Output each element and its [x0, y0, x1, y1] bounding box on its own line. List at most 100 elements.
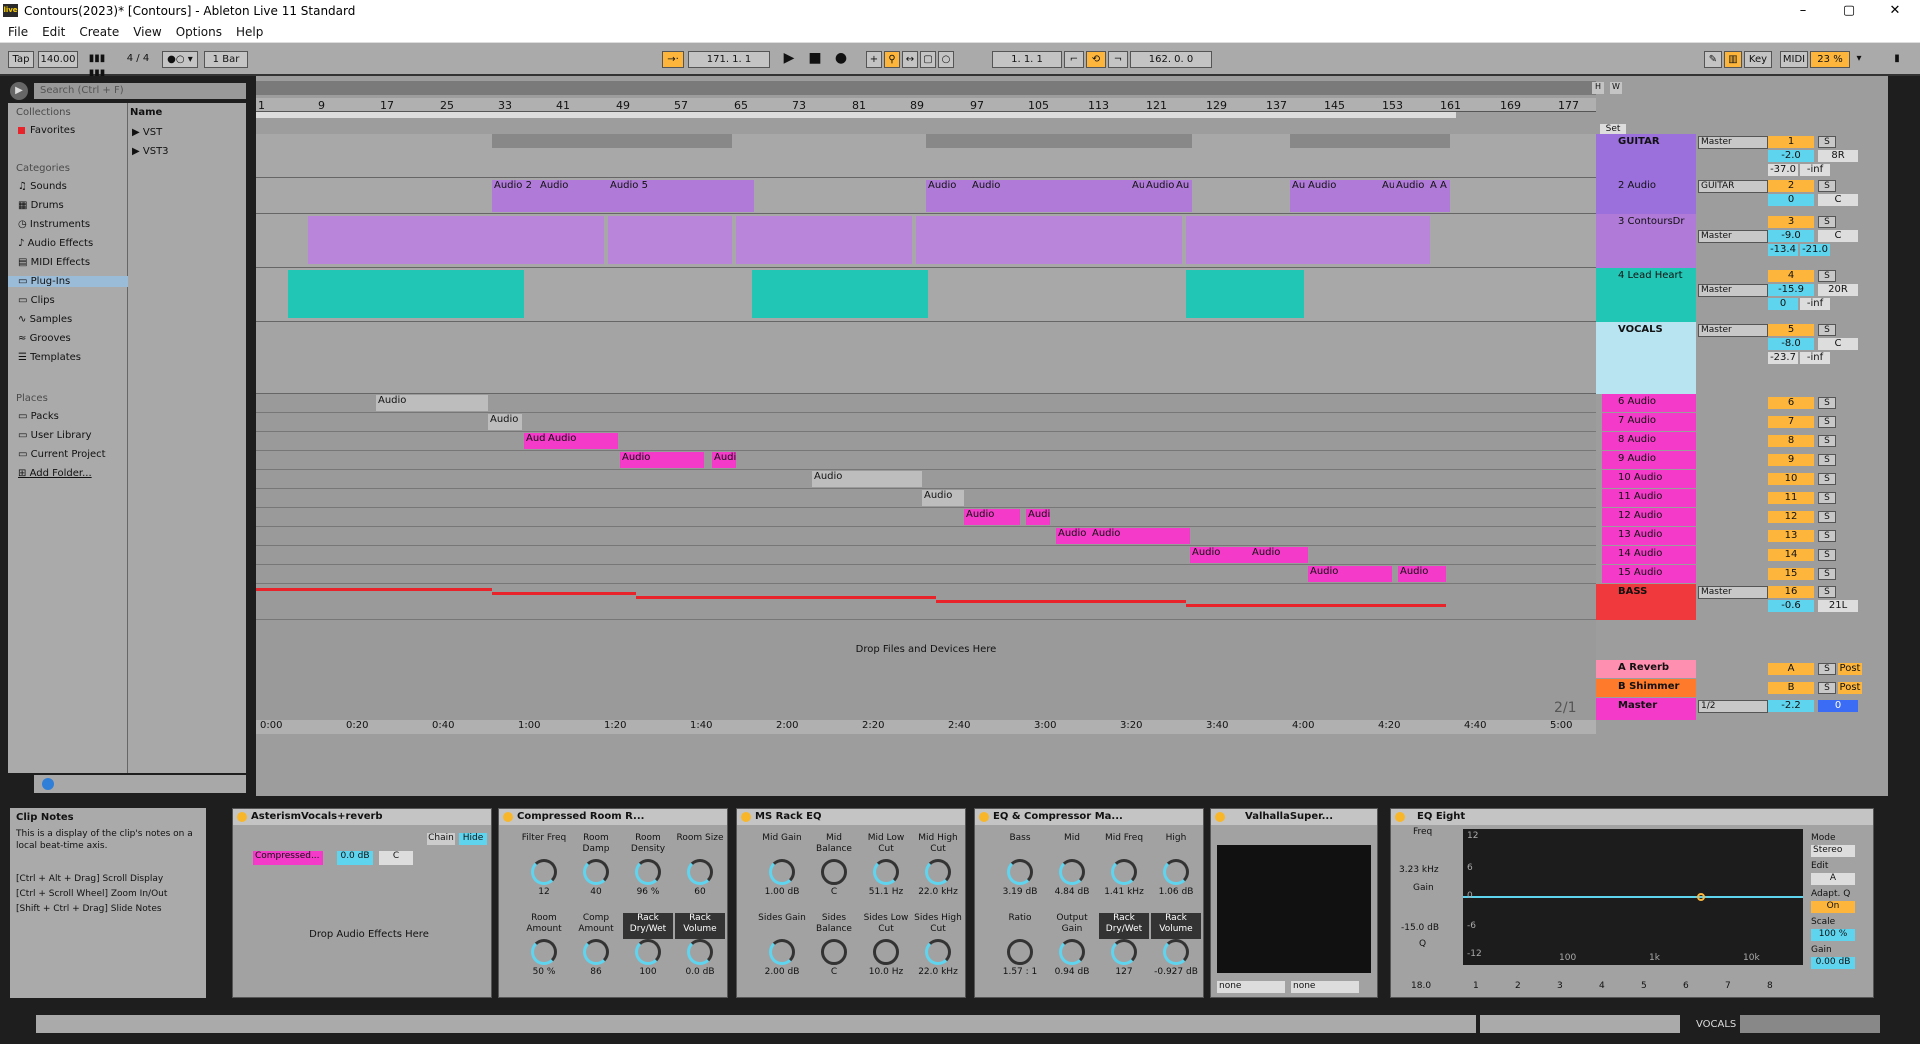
- cpu-menu-icon[interactable]: ▾: [1852, 51, 1866, 68]
- macro-knob[interactable]: Sides Low Cut 10.0 Hz: [861, 913, 911, 985]
- time-ruler[interactable]: 0:00 0:20 0:40 1:00 1:20 1:40 2:00 2:20 …: [256, 720, 1596, 734]
- track-activator-button[interactable]: 6: [1768, 397, 1814, 409]
- macro-knob[interactable]: Room Damp 40: [571, 833, 621, 905]
- track-activator-button[interactable]: 9: [1768, 454, 1814, 466]
- hide-chain-button[interactable]: Hide: [459, 833, 487, 845]
- device-power-icon[interactable]: [237, 812, 247, 822]
- menu-file[interactable]: File: [0, 22, 34, 39]
- audio-clip[interactable]: Audio: [1144, 180, 1174, 212]
- macro-knob[interactable]: Rack Dry/Wet 127: [1099, 913, 1149, 985]
- loop-start-field[interactable]: 1. 1. 1: [992, 51, 1062, 68]
- lane-3-contoursdr[interactable]: [256, 214, 1596, 268]
- track-volume[interactable]: -15.9: [1768, 284, 1814, 296]
- audio-clip[interactable]: A: [1428, 180, 1438, 212]
- return-activator-button[interactable]: A: [1768, 663, 1814, 675]
- record-icon[interactable]: ●: [832, 51, 850, 68]
- track-header-10-audio[interactable]: 10 Audio: [1602, 470, 1696, 488]
- eq-band-handle[interactable]: [1697, 893, 1705, 901]
- midi-clip[interactable]: [288, 270, 524, 318]
- midi-map-button[interactable]: MIDI: [1780, 51, 1808, 68]
- audio-clip[interactable]: Audio: [1250, 547, 1308, 563]
- place-add-folder[interactable]: ⊞ Add Folder...: [18, 468, 92, 479]
- macro-knob[interactable]: Rack Volume -0.927 dB: [1151, 913, 1201, 985]
- audio-clip[interactable]: Audio: [1056, 528, 1090, 544]
- category-plug-ins[interactable]: ▭ Plug-Ins: [8, 276, 128, 287]
- midi-clip[interactable]: [736, 216, 912, 264]
- place-user-library[interactable]: ▭ User Library: [18, 430, 92, 441]
- lane-7-audio[interactable]: Audio: [256, 413, 1596, 432]
- punch-in-icon[interactable]: ⌐: [1064, 51, 1084, 68]
- loop-switch-icon[interactable]: ⟲: [1086, 51, 1106, 68]
- track-volume[interactable]: 0: [1768, 194, 1814, 206]
- track-activator-button[interactable]: 1: [1768, 136, 1814, 148]
- metronome-toggle-icon[interactable]: ●○ ▾: [162, 51, 198, 68]
- band-toggle[interactable]: 1: [1473, 981, 1479, 991]
- menu-edit[interactable]: Edit: [34, 22, 71, 39]
- band-toggle[interactable]: 7: [1725, 981, 1731, 991]
- maximize-button[interactable]: ▢: [1826, 1, 1872, 21]
- bass-clip[interactable]: [1186, 604, 1446, 607]
- device-title[interactable]: EQ & Compressor Ma...: [975, 809, 1203, 825]
- arrangement-position-field[interactable]: 171. 1. 1: [688, 51, 770, 68]
- play-icon[interactable]: ▶: [780, 51, 798, 68]
- lane-15-audio[interactable]: Audio Audio: [256, 565, 1596, 584]
- keyboard-icon[interactable]: ▥: [1724, 51, 1742, 68]
- lane-4-lead-heart[interactable]: [256, 268, 1596, 322]
- solo-button[interactable]: S: [1818, 435, 1836, 447]
- knob-dial-icon[interactable]: [873, 859, 899, 885]
- preview-icon[interactable]: [42, 778, 54, 790]
- audio-clip[interactable]: Audio 5: [608, 180, 754, 212]
- solo-button[interactable]: S: [1818, 549, 1836, 561]
- return-activator-button[interactable]: B: [1768, 682, 1814, 694]
- device-title[interactable]: ValhallaSuper...: [1211, 809, 1377, 825]
- name-column-header[interactable]: Name: [130, 107, 162, 118]
- overdub-icon[interactable]: +: [866, 51, 882, 68]
- knob-dial-icon[interactable]: [1007, 939, 1033, 965]
- track-overview[interactable]: [1740, 1015, 1880, 1033]
- lane-2-audio[interactable]: Audio 2 Audio Audio 5 Audio Audio Au Aud…: [256, 178, 1596, 214]
- track-activator-button[interactable]: 7: [1768, 416, 1814, 428]
- midi-clip[interactable]: [608, 216, 732, 264]
- track-routing-select[interactable]: Master: [1698, 324, 1768, 337]
- macro-knob[interactable]: Ratio 1.57 : 1: [995, 913, 1045, 985]
- lane-11-audio[interactable]: Audio: [256, 489, 1596, 508]
- macro-knob[interactable]: Mid 4.84 dB: [1047, 833, 1097, 905]
- band-toggle[interactable]: 2: [1515, 981, 1521, 991]
- overview-strip[interactable]: [256, 81, 1596, 95]
- band-toggle[interactable]: 6: [1683, 981, 1689, 991]
- browser-search-input[interactable]: Search (Ctrl + F): [34, 83, 246, 99]
- freq-value[interactable]: 3.23 kHz: [1399, 865, 1439, 875]
- edit-select[interactable]: A: [1811, 873, 1855, 885]
- solo-button[interactable]: S: [1818, 397, 1836, 409]
- audio-clip[interactable]: Audio: [538, 180, 608, 212]
- track-pan[interactable]: C: [1818, 338, 1858, 350]
- track-pan[interactable]: C: [1818, 230, 1858, 242]
- solo-button[interactable]: S: [1818, 586, 1836, 598]
- track-header-7-audio[interactable]: 7 Audio: [1602, 413, 1696, 431]
- audio-clip[interactable]: Audi: [1026, 509, 1050, 525]
- master-output-select[interactable]: 1/2: [1698, 700, 1768, 713]
- menu-options[interactable]: Options: [168, 22, 228, 39]
- overview-h-button[interactable]: H: [1592, 82, 1604, 94]
- reenable-automation-icon[interactable]: ↔: [902, 51, 918, 68]
- audio-clip[interactable]: Audio 2: [492, 180, 538, 212]
- category-templates[interactable]: ☰ Templates: [18, 352, 81, 363]
- audio-clip[interactable]: Audio: [970, 180, 1130, 212]
- macro-knob[interactable]: Mid Freq 1.41 kHz: [1099, 833, 1149, 905]
- audio-clip[interactable]: Aud: [524, 433, 546, 449]
- macro-knob[interactable]: Mid Gain 1.00 dB: [757, 833, 807, 905]
- track-pan[interactable]: 8R: [1818, 150, 1858, 162]
- knob-dial-icon[interactable]: [1007, 859, 1033, 885]
- track-header-bass[interactable]: BASS: [1596, 584, 1696, 620]
- track-header-13-audio[interactable]: 13 Audio: [1602, 527, 1696, 545]
- macro-knob[interactable]: Bass 3.19 dB: [995, 833, 1045, 905]
- knob-dial-icon[interactable]: [769, 859, 795, 885]
- track-activator-button[interactable]: 2: [1768, 180, 1814, 192]
- track-header-15-audio[interactable]: 15 Audio: [1602, 565, 1696, 583]
- audio-clip[interactable]: Au: [1290, 180, 1306, 212]
- browser-item-vst[interactable]: ▶ VST: [132, 127, 162, 138]
- audio-clip[interactable]: Audio: [922, 490, 964, 506]
- bass-clip[interactable]: [256, 588, 492, 591]
- category-grooves[interactable]: ≈ Grooves: [18, 333, 71, 344]
- draw-mode-icon[interactable]: ✎: [1704, 51, 1722, 68]
